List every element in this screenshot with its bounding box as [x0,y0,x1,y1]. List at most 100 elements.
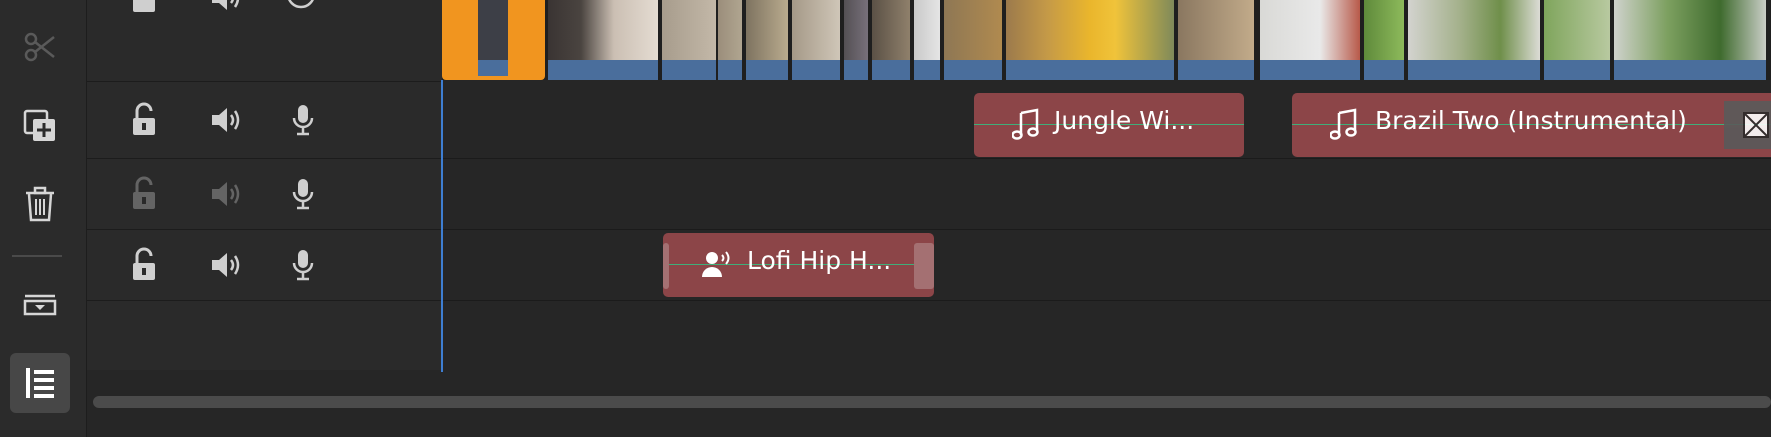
video-clip[interactable] [1408,0,1540,80]
audio-clip-title: Brazil Two (Instrumental) [1375,106,1687,135]
track-list-button[interactable] [10,353,70,413]
audio-clip-title: Lofi Hip H... [747,246,892,275]
clip-thumbnail [746,0,788,60]
audio-1-record-button[interactable] [285,100,321,140]
video-track [442,0,1771,80]
delete-button[interactable] [10,174,70,234]
video-clip[interactable] [1260,0,1360,80]
speaker-icon [212,108,240,132]
microphone-icon [292,105,314,136]
tools-sidebar [0,0,87,437]
clip-waveform [662,60,716,80]
lane-divider [442,300,1771,301]
clip-waveform [872,60,910,80]
video-clip[interactable] [872,0,910,80]
video-clip[interactable] [844,0,868,80]
clip-waveform [844,60,868,80]
clip-thumbnail [914,0,940,60]
video-clip[interactable] [662,0,716,80]
timeline-scrollbar[interactable] [93,396,1771,408]
clip-thumbnail [478,0,508,60]
clip-thumbnail [1408,0,1540,60]
clip-waveform [718,60,742,80]
clip-thumbnail [718,0,742,60]
speaker-icon [212,0,240,10]
clip-trim-handle-left[interactable] [663,243,669,289]
audio-3-record-button[interactable] [285,245,321,285]
toolbar-divider [12,255,62,257]
clip-waveform [1408,60,1540,80]
audio-track-1-header [87,81,442,159]
video-track-header [87,0,442,82]
video-visibility-button[interactable] [283,0,319,14]
audio-clip-brazil[interactable]: Brazil Two (Instrumental) [1292,93,1771,157]
audio-clip-jungle[interactable]: Jungle Wi... [974,93,1244,157]
track-headers [87,0,442,370]
clip-trim-handle[interactable] [1724,101,1771,149]
lock-icon [133,0,155,12]
video-clip[interactable] [792,0,840,80]
speaker-icon [212,182,240,206]
selected-video-clip[interactable] [442,0,545,80]
lane-divider [442,229,1771,230]
video-clip[interactable] [1178,0,1254,80]
clip-waveform [914,60,940,80]
video-clip[interactable] [718,0,742,80]
clip-thumbnail [1364,0,1404,60]
duplicate-button[interactable] [10,96,70,156]
music-note-icon [1012,108,1039,140]
collapse-tracks-button[interactable] [10,275,70,335]
scissors-icon [24,32,55,62]
audio-3-lock-button[interactable] [126,245,162,285]
video-clip[interactable] [1614,0,1766,80]
audio-3-mute-button[interactable] [208,245,244,285]
audio-track-2-header [87,158,442,230]
clip-waveform [792,60,840,80]
clip-thumbnail [1006,0,1174,60]
clip-trim-handle-right[interactable] [914,243,934,289]
clip-thumbnail [548,0,658,60]
video-mute-button[interactable] [208,0,244,18]
clip-thumbnail [844,0,868,60]
clip-waveform [1006,60,1174,80]
clip-waveform [1178,60,1254,80]
video-clip[interactable] [1006,0,1174,80]
clip-waveform [944,60,1002,80]
audio-clip-title: Jungle Wi... [1054,106,1195,135]
clip-waveform [548,60,658,80]
audio-2-record-button[interactable] [285,174,321,214]
duplicate-icon [23,109,55,141]
unlock-icon [133,102,155,135]
list-icon [26,368,54,398]
clip-thumbnail [872,0,910,60]
clip-thumbnail [662,0,716,60]
video-lock-button[interactable] [126,0,162,18]
placeholder-icon [1743,112,1769,138]
clip-waveform [746,60,788,80]
audio-2-mute-button[interactable] [208,174,244,214]
lane-divider [442,158,1771,159]
track-toggle-icon [23,294,57,316]
playhead[interactable] [441,80,443,372]
video-clip[interactable] [1364,0,1404,80]
video-clip[interactable] [1544,0,1610,80]
clip-thumbnail [944,0,1002,60]
clip-waveform [478,60,508,76]
clip-thumbnail [792,0,840,60]
audio-2-lock-button[interactable] [126,174,162,214]
clip-waveform [1544,60,1610,80]
audio-clip-lofi[interactable]: Lofi Hip H... [663,233,934,297]
video-clip[interactable] [914,0,940,80]
timeline-area[interactable]: Jungle Wi... Brazil Two (Instrumental) L… [442,0,1771,370]
video-clip[interactable] [746,0,788,80]
microphone-icon [292,250,314,281]
audio-track-3-header [87,229,442,301]
video-clip[interactable] [944,0,1002,80]
split-button[interactable] [10,17,70,77]
clip-waveform [1614,60,1766,80]
audio-1-lock-button[interactable] [126,100,162,140]
unlock-icon [133,247,155,280]
video-clip[interactable] [548,0,658,80]
clip-thumbnail [1544,0,1610,60]
audio-1-mute-button[interactable] [208,100,244,140]
